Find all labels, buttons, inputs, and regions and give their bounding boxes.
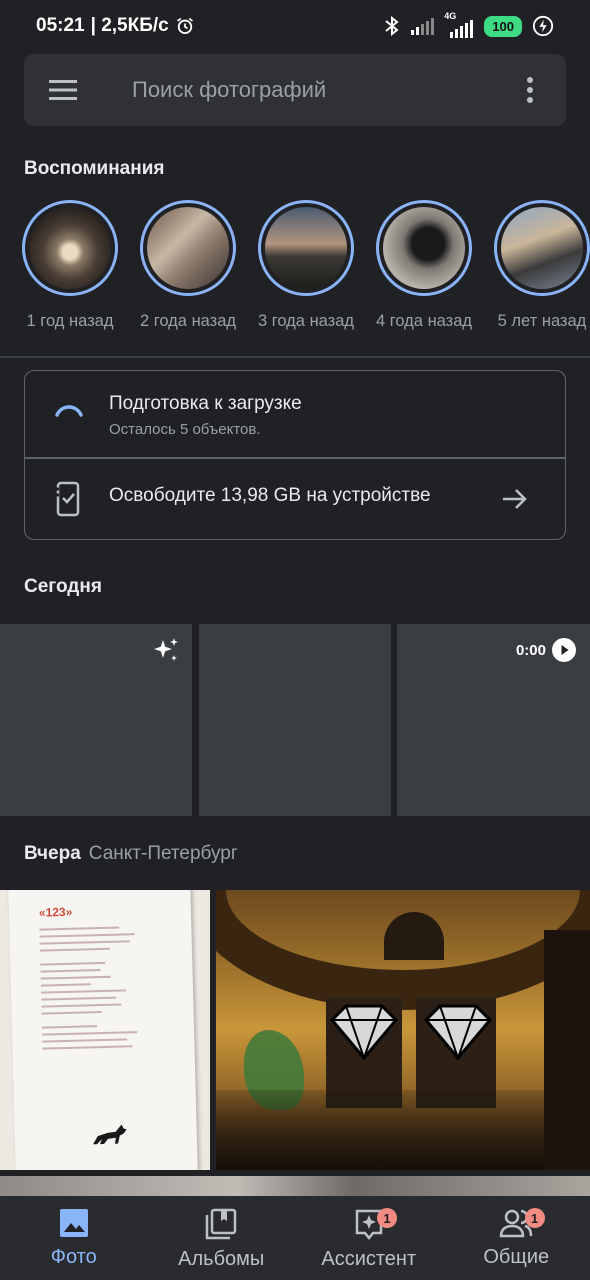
- memory-ring[interactable]: [376, 200, 472, 296]
- network-speed: | 2,5КБ/с: [90, 15, 169, 36]
- diamond-graffiti-icon: [329, 1004, 399, 1061]
- signal-icon: [411, 18, 435, 35]
- photo-icon: [59, 1209, 88, 1237]
- bottom-navigation: Фото Альбомы 1 Ассистент 1 Общие: [0, 1196, 590, 1280]
- nav-label: Фото: [50, 1246, 97, 1268]
- memory-thumbnail: [265, 207, 347, 289]
- memory-label: 4 года назад: [375, 312, 473, 330]
- ground-shadow: [216, 1090, 590, 1170]
- status-left: 05:21 | 2,5КБ/с: [36, 15, 195, 37]
- more-vertical-icon[interactable]: [518, 77, 542, 103]
- memory-ring[interactable]: [140, 200, 236, 296]
- nav-sharing[interactable]: 1 Общие: [443, 1196, 590, 1280]
- wolf-illustration-icon: [93, 1124, 127, 1145]
- loading-spinner-icon: [55, 405, 83, 417]
- free-space-row[interactable]: Освободите 13,98 GB на устройстве: [25, 459, 565, 539]
- backup-title: Подготовка к загрузке: [109, 393, 302, 414]
- notification-badge: 1: [377, 1208, 397, 1228]
- photo-tile[interactable]: [199, 624, 391, 816]
- diamond-graffiti-icon: [423, 1004, 493, 1061]
- sparkle-icon: [154, 638, 178, 661]
- photo-tile[interactable]: [0, 624, 192, 816]
- memory-item[interactable]: 1 год назад: [22, 200, 118, 340]
- book-heading: «123»: [38, 904, 73, 920]
- arrow-right-icon[interactable]: [501, 487, 529, 511]
- memory-ring[interactable]: [258, 200, 354, 296]
- photo-tile[interactable]: [216, 890, 590, 1170]
- memory-item[interactable]: 4 года назад: [376, 200, 472, 340]
- memory-label: 5 лет назад: [497, 312, 587, 330]
- nav-label: Ассистент: [321, 1248, 417, 1270]
- memory-thumbnail: [29, 207, 111, 289]
- section-divider: [0, 356, 590, 358]
- nav-assistant[interactable]: 1 Ассистент: [295, 1196, 443, 1280]
- backup-status-row[interactable]: Подготовка к загрузке Осталось 5 объекто…: [25, 371, 565, 457]
- video-tile[interactable]: 0:00: [397, 624, 590, 816]
- memory-ring[interactable]: [494, 200, 590, 296]
- book-text-lines: [39, 921, 142, 1055]
- charging-icon: [532, 15, 554, 37]
- yesterday-title: Вчера Санкт-Петербург: [24, 843, 238, 865]
- clock: 05:21: [36, 15, 85, 36]
- photo-row-partial[interactable]: [0, 1176, 590, 1196]
- battery-indicator: 100: [484, 15, 522, 37]
- signal-4g-icon: 4G: [444, 11, 474, 38]
- day-label: Вчера: [24, 843, 81, 864]
- phone-cleanup-icon: [55, 481, 80, 517]
- memory-thumbnail: [383, 207, 465, 289]
- today-title: Сегодня: [24, 576, 102, 597]
- bluetooth-icon: [385, 15, 399, 37]
- nav-photos[interactable]: Фото: [0, 1196, 148, 1280]
- photo-tile[interactable]: «123»: [0, 890, 210, 1170]
- backup-card: Подготовка к загрузке Осталось 5 объекто…: [24, 370, 566, 540]
- memory-item[interactable]: 2 года назад: [140, 200, 236, 340]
- free-space-text: Освободите 13,98 GB на устройстве: [109, 485, 431, 506]
- hamburger-menu-icon[interactable]: [48, 72, 84, 108]
- status-right: 4G 100: [384, 11, 554, 38]
- memory-item[interactable]: 3 года назад: [258, 200, 354, 340]
- memory-ring[interactable]: [22, 200, 118, 296]
- nav-label: Альбомы: [178, 1248, 265, 1270]
- book-page: «123»: [8, 890, 198, 1170]
- nav-albums[interactable]: Альбомы: [148, 1196, 296, 1280]
- play-icon: [552, 638, 576, 662]
- memories-carousel[interactable]: 1 год назад 2 года назад 3 года назад 4 …: [22, 200, 590, 340]
- backup-subtitle: Осталось 5 объектов.: [109, 421, 261, 438]
- alarm-icon: [176, 17, 193, 34]
- video-duration: 0:00: [515, 642, 546, 659]
- memory-thumbnail: [501, 207, 583, 289]
- search-bar[interactable]: Поиск фотографий: [24, 54, 566, 126]
- memory-thumbnail: [147, 207, 229, 289]
- status-bar: 05:21 | 2,5КБ/с 4G 100: [0, 0, 590, 52]
- search-input[interactable]: Поиск фотографий: [132, 77, 518, 103]
- albums-icon: [206, 1208, 237, 1240]
- pillar-right: [544, 930, 590, 1170]
- nav-label: Общие: [483, 1246, 550, 1268]
- memory-item[interactable]: 5 лет назад: [494, 200, 590, 340]
- notification-badge: 1: [524, 1208, 545, 1228]
- memory-label: 3 года назад: [257, 312, 355, 330]
- memories-title: Воспоминания: [24, 158, 165, 179]
- memory-label: 2 года назад: [139, 312, 237, 330]
- place-label: Санкт-Петербург: [88, 843, 238, 864]
- memory-label: 1 год назад: [26, 312, 114, 330]
